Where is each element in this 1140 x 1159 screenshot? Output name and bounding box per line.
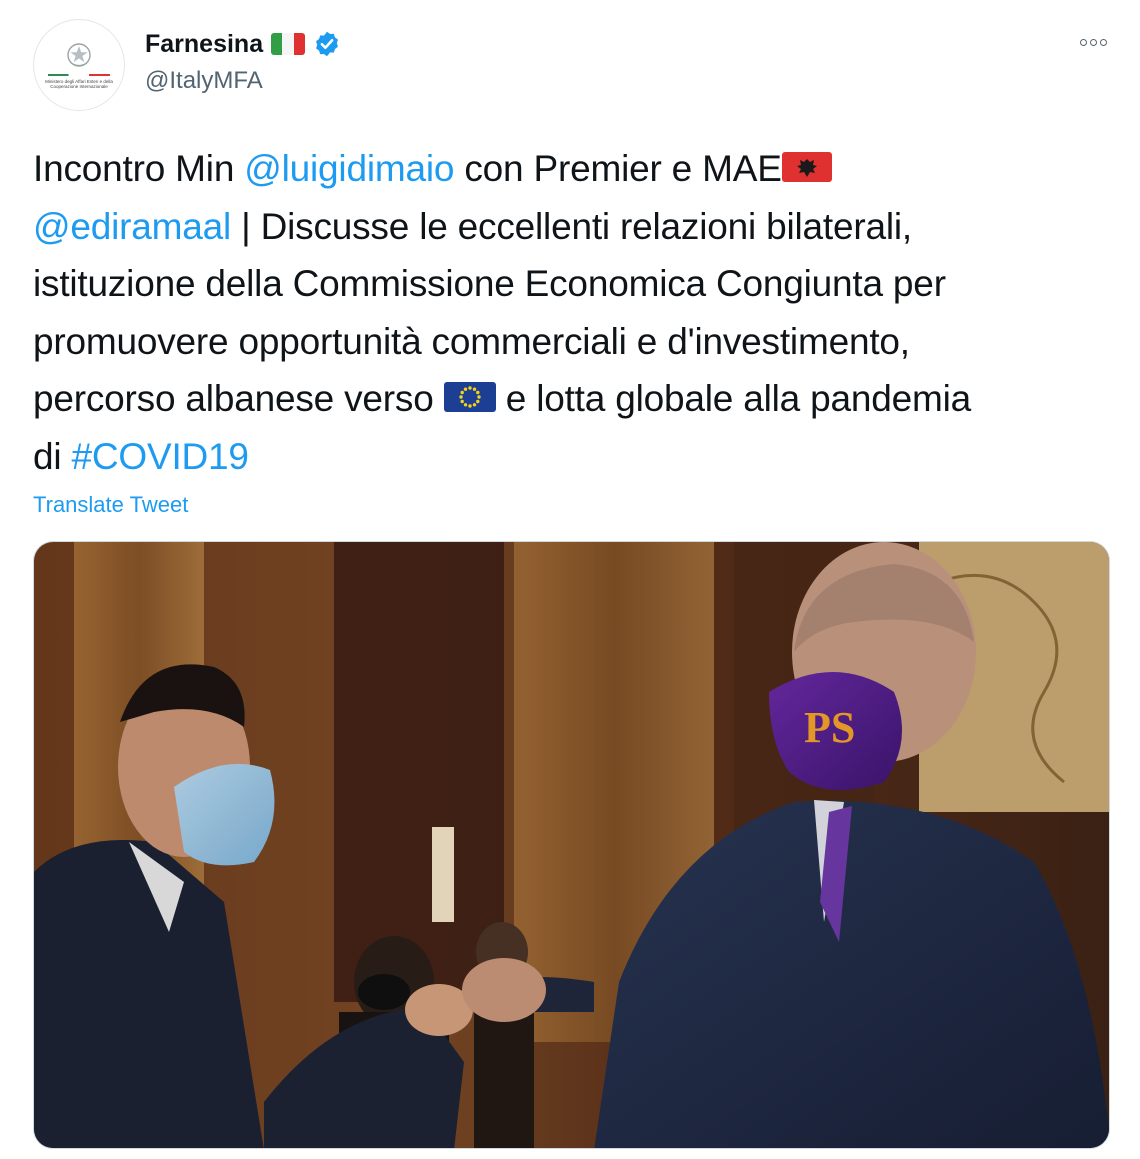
mention-luigidimaio[interactable]: @luigidimaio: [244, 148, 454, 189]
emblem-icon: [67, 43, 91, 67]
flag-eu-icon: [443, 382, 496, 412]
verified-badge-icon: [316, 31, 339, 57]
tweet-text: Incontro Min @luigidimaio con Premier e …: [33, 140, 1123, 485]
photo-illustration: PS: [34, 542, 1109, 1148]
flag-italy-icon: [271, 33, 306, 55]
hashtag-covid19[interactable]: #COVID19: [71, 436, 249, 477]
tweet-line-4: promuovere opportunità commerciali e d'i…: [33, 320, 910, 362]
tweet-photo[interactable]: PS: [33, 541, 1110, 1149]
text-segment: di: [33, 435, 72, 477]
tweet-line-6: di #COVID19: [33, 428, 1123, 486]
avatar-caption: Ministero degli Affari Esteri e della Co…: [45, 79, 113, 89]
tweet-line-2: @ediramaal | Discusse le eccellenti rela…: [33, 198, 1123, 256]
tweet-line-1: Incontro Min @luigidimaio con Premier e …: [33, 140, 1123, 198]
display-name[interactable]: Farnesina: [145, 30, 263, 59]
avatar-tricolor-rule: [48, 74, 110, 76]
text-segment: Incontro Min: [33, 148, 245, 189]
more-options-icon[interactable]: [1072, 30, 1114, 54]
mention-ediramaal[interactable]: @ediramaal: [33, 206, 231, 247]
avatar[interactable]: Ministero degli Affari Esteri e della Co…: [33, 19, 125, 111]
flag-albania-icon: [781, 152, 832, 182]
text-segment: e lotta globale alla pandemia: [495, 378, 971, 419]
tweet-line-5: percorso albanese verso e lotta globale …: [33, 370, 1123, 428]
tweet-line-3: istituzione della Commissione Economica …: [33, 263, 946, 304]
name-row: Farnesina: [145, 27, 341, 61]
translate-tweet-link[interactable]: Translate Tweet: [33, 492, 188, 518]
tweet-card: Ministero degli Affari Esteri e della Co…: [0, 0, 1140, 1159]
text-segment: | Discusse le eccellenti relazioni bilat…: [231, 205, 912, 247]
handle[interactable]: @ItalyMFA: [145, 67, 263, 95]
text-segment: percorso albanese verso: [33, 378, 444, 419]
text-segment: con Premier e MAE: [454, 148, 782, 189]
